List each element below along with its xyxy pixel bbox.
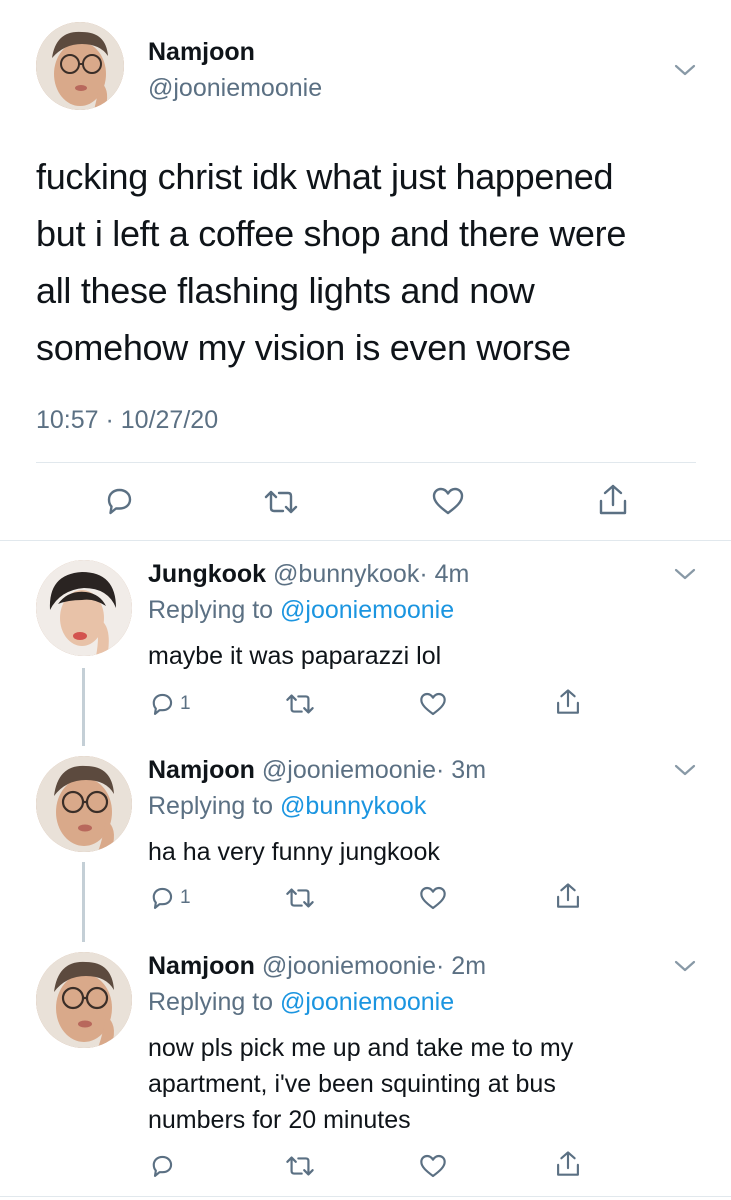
reply-text-line: ha ha very funny jungkook (148, 838, 440, 866)
divider (36, 462, 696, 463)
author-handle[interactable]: @jooniemoonie (148, 74, 322, 103)
replying-to: Replying to @bunnykook (148, 792, 426, 821)
author-name[interactable]: Namjoon (148, 38, 255, 67)
replying-to: Replying to @jooniemoonie (148, 596, 454, 625)
replying-prefix: Replying to (148, 596, 274, 624)
retweet-icon (264, 490, 298, 514)
author-handle[interactable]: @bunnykook (273, 560, 419, 588)
author-name[interactable]: Jungkook (148, 560, 266, 588)
reply-count: 1 (180, 887, 191, 908)
retweet-button[interactable] (262, 486, 300, 518)
reply-text-line: now pls pick me up and take me to my (148, 1034, 574, 1062)
reply-header: Namjoon @jooniemoonie· 3m (148, 756, 486, 785)
thread-line (82, 862, 85, 942)
mention-link[interactable]: @bunnykook (280, 792, 426, 820)
retweet-icon (286, 694, 314, 714)
share-button[interactable] (554, 1148, 582, 1180)
author-name[interactable]: Namjoon (148, 756, 255, 784)
share-button[interactable] (554, 880, 582, 912)
tweet-text-line: but i left a coffee shop and there were (36, 213, 627, 254)
share-icon (557, 1151, 579, 1176)
retweet-icon (286, 888, 314, 908)
reply-header: Jungkook @bunnykook· 4m (148, 560, 469, 589)
reply-button[interactable]: 1 (148, 690, 191, 718)
retweet-button[interactable] (284, 884, 316, 912)
mention-link[interactable]: @jooniemoonie (280, 988, 454, 1016)
share-icon (599, 484, 627, 515)
author-name[interactable]: Namjoon (148, 952, 255, 980)
reply-icon (107, 488, 132, 515)
retweet-button[interactable] (284, 690, 316, 718)
divider (0, 540, 731, 541)
author-avatar[interactable] (36, 560, 132, 656)
author-handle[interactable]: @jooniemoonie (262, 756, 436, 784)
reply-icon (152, 693, 173, 715)
like-button[interactable] (418, 1152, 448, 1180)
author-avatar[interactable] (36, 22, 124, 110)
share-icon (557, 883, 579, 908)
replying-to: Replying to @jooniemoonie (148, 988, 454, 1017)
reply-time: · 4m (419, 560, 470, 588)
share-icon (557, 689, 579, 714)
like-icon (420, 1154, 446, 1178)
reply-time: · 2m (436, 952, 487, 980)
chevron-down-icon[interactable] (670, 60, 700, 80)
chevron-down-icon[interactable] (670, 564, 700, 584)
like-button[interactable] (418, 884, 448, 912)
like-button[interactable] (418, 690, 448, 718)
share-button[interactable] (596, 482, 630, 518)
reply-text-line: maybe it was paparazzi lol (148, 642, 442, 670)
divider (0, 1196, 731, 1197)
author-avatar[interactable] (36, 756, 132, 852)
reply-button[interactable]: 1 (148, 884, 191, 912)
tweet-text-line: fucking christ idk what just happened (36, 156, 614, 197)
reply-header: Namjoon @jooniemoonie· 2m (148, 952, 486, 981)
chevron-down-icon[interactable] (670, 760, 700, 780)
like-icon (420, 692, 446, 716)
like-button[interactable] (430, 485, 466, 517)
reply-text-line: numbers for 20 minutes (148, 1106, 411, 1134)
chevron-down-icon[interactable] (670, 956, 700, 976)
replying-prefix: Replying to (148, 792, 274, 820)
reply-time: · 3m (436, 756, 487, 784)
tweet-text: fucking christ idk what just happened bu… (36, 148, 696, 376)
reply-text: maybe it was paparazzi lol (148, 638, 688, 674)
share-button[interactable] (554, 686, 582, 718)
reply-icon (152, 887, 173, 909)
thread-line (82, 668, 85, 746)
mention-link[interactable]: @jooniemoonie (280, 596, 454, 624)
reply-button[interactable] (148, 1152, 176, 1180)
tweet-timestamp[interactable]: 10:57 · 10/27/20 (36, 406, 218, 435)
reply-icon (152, 1155, 173, 1177)
reply-text-line: apartment, i've been squinting at bus (148, 1070, 556, 1098)
reply-text: now pls pick me up and take me to my apa… (148, 1030, 688, 1138)
like-icon (432, 487, 464, 515)
author-avatar[interactable] (36, 952, 132, 1048)
reply-button[interactable] (102, 484, 136, 518)
like-icon (420, 886, 446, 910)
retweet-icon (286, 1156, 314, 1176)
reply-count: 1 (180, 693, 191, 714)
replying-prefix: Replying to (148, 988, 274, 1016)
tweet-text-line: all these flashing lights and now (36, 270, 535, 311)
reply-text: ha ha very funny jungkook (148, 834, 688, 870)
retweet-button[interactable] (284, 1152, 316, 1180)
author-handle[interactable]: @jooniemoonie (262, 952, 436, 980)
tweet-text-line: somehow my vision is even worse (36, 327, 571, 368)
